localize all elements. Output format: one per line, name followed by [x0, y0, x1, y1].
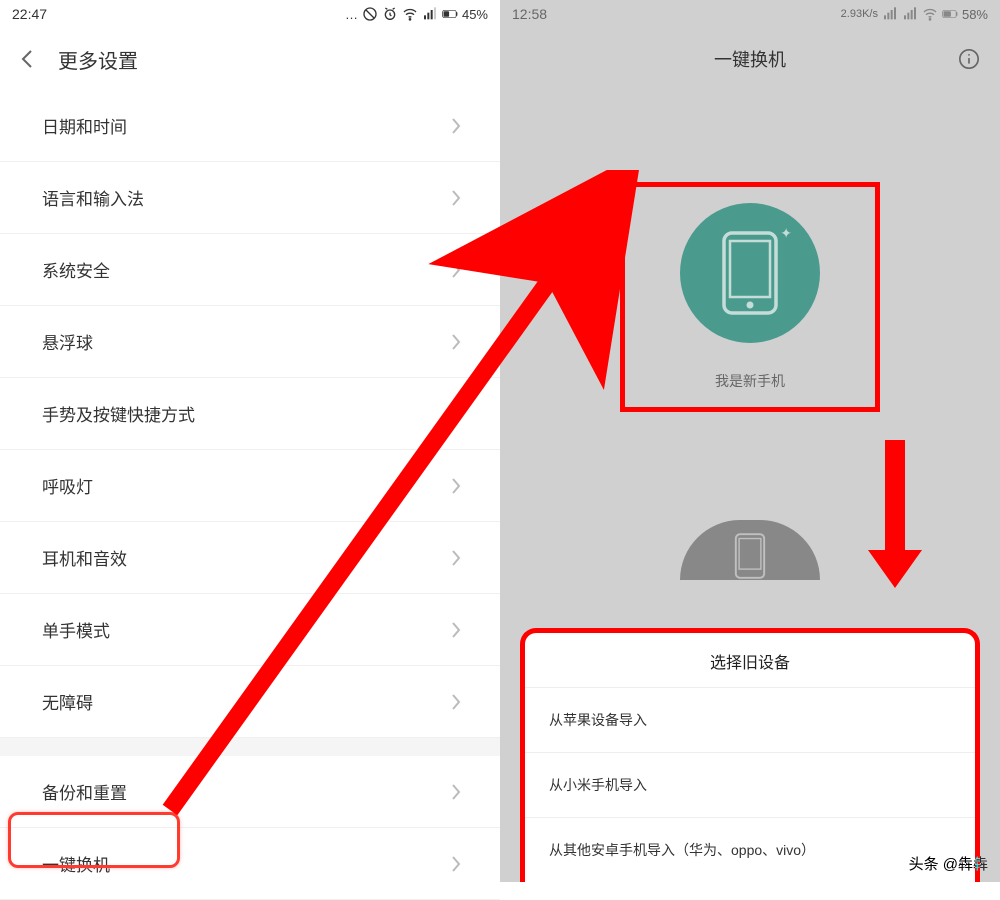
left-screen: 22:47 … 45% 更多设置 日期和时间 语言和输入法 系统安全: [0, 0, 500, 882]
page-title-left: 更多设置: [58, 45, 138, 74]
settings-item-accessibility[interactable]: 无障碍: [0, 666, 500, 738]
header-right: 一键换机: [500, 28, 1000, 90]
settings-item-security[interactable]: 系统安全: [0, 234, 500, 306]
settings-item-gestures[interactable]: 手势及按键快捷方式: [0, 378, 500, 450]
watermark: 头条 @犇犇: [909, 853, 988, 874]
settings-label: 日期和时间: [42, 113, 450, 138]
page-title-right: 一键换机: [714, 46, 786, 72]
settings-label: 呼吸灯: [42, 473, 450, 498]
highlight-box-left: [8, 812, 180, 868]
dialog-title: 选择旧设备: [525, 633, 975, 688]
chevron-right-icon: [450, 333, 462, 351]
new-phone-option[interactable]: ✦ 我是新手机: [620, 182, 880, 412]
chevron-right-icon: [450, 693, 462, 711]
header-left: 更多设置: [0, 28, 500, 90]
settings-label: 备份和重置: [42, 779, 450, 804]
battery-icon: [442, 6, 458, 22]
settings-item-onehand[interactable]: 单手模式: [0, 594, 500, 666]
wifi-icon: [402, 6, 418, 22]
dots-icon: …: [345, 7, 358, 22]
dialog-item-apple[interactable]: 从苹果设备导入: [525, 688, 975, 753]
chevron-right-icon: [450, 261, 462, 279]
settings-label: 悬浮球: [42, 329, 450, 354]
alarm-icon: [382, 6, 398, 22]
dialog-item-android[interactable]: 从其他安卓手机导入（华为、oppo、vivo）: [525, 818, 975, 882]
phone-icon: [720, 229, 780, 317]
chevron-right-icon: [450, 783, 462, 801]
chevron-right-icon: [450, 621, 462, 639]
right-screen: 12:58 2.93K/s 58% 一键换机 ✦ 我是新手机: [500, 0, 1000, 882]
battery-percent: 45%: [462, 7, 488, 22]
phone-circle-icon: ✦: [680, 203, 820, 343]
info-icon[interactable]: [958, 48, 980, 70]
settings-list: 日期和时间 语言和输入法 系统安全 悬浮球 手势及按键快捷方式 呼吸灯 耳机和音…: [0, 90, 500, 900]
wifi-icon: [922, 6, 938, 22]
phone-icon: [725, 532, 775, 580]
back-icon[interactable]: [16, 47, 40, 71]
settings-label: 无障碍: [42, 689, 450, 714]
settings-item-language[interactable]: 语言和输入法: [0, 162, 500, 234]
chevron-right-icon: [450, 477, 462, 495]
dialog-item-xiaomi[interactable]: 从小米手机导入: [525, 753, 975, 818]
cellular-icon: [422, 6, 438, 22]
sparkle-icon: ✦: [780, 225, 792, 242]
status-bar-left: 22:47 … 45%: [0, 0, 500, 28]
status-icons-right: 2.93K/s 58%: [841, 6, 988, 22]
settings-item-led[interactable]: 呼吸灯: [0, 450, 500, 522]
select-device-dialog: 选择旧设备 从苹果设备导入 从小米手机导入 从其他安卓手机导入（华为、oppo、…: [520, 628, 980, 882]
section-divider: [0, 738, 500, 756]
settings-item-floatball[interactable]: 悬浮球: [0, 306, 500, 378]
battery-percent: 58%: [962, 7, 988, 22]
settings-label: 语言和输入法: [42, 185, 450, 210]
battery-icon: [942, 6, 958, 22]
settings-label: 手势及按键快捷方式: [42, 401, 450, 426]
mute-icon: [362, 6, 378, 22]
settings-item-datetime[interactable]: 日期和时间: [0, 90, 500, 162]
settings-item-audio[interactable]: 耳机和音效: [0, 522, 500, 594]
chevron-right-icon: [450, 855, 462, 873]
net-speed: 2.93K/s: [841, 8, 878, 20]
chevron-right-icon: [450, 405, 462, 423]
old-phone-preview: [690, 520, 810, 580]
chevron-right-icon: [450, 117, 462, 135]
new-phone-label: 我是新手机: [715, 371, 785, 391]
status-time: 22:47: [12, 6, 47, 22]
settings-label: 系统安全: [42, 257, 450, 282]
settings-label: 单手模式: [42, 617, 450, 642]
settings-label: 耳机和音效: [42, 545, 450, 570]
cellular-icon: [902, 6, 918, 22]
status-bar-right: 12:58 2.93K/s 58%: [500, 0, 1000, 28]
status-icons-left: … 45%: [345, 6, 488, 22]
chevron-right-icon: [450, 189, 462, 207]
chevron-right-icon: [450, 549, 462, 567]
status-time: 12:58: [512, 6, 547, 22]
cellular-icon: [882, 6, 898, 22]
